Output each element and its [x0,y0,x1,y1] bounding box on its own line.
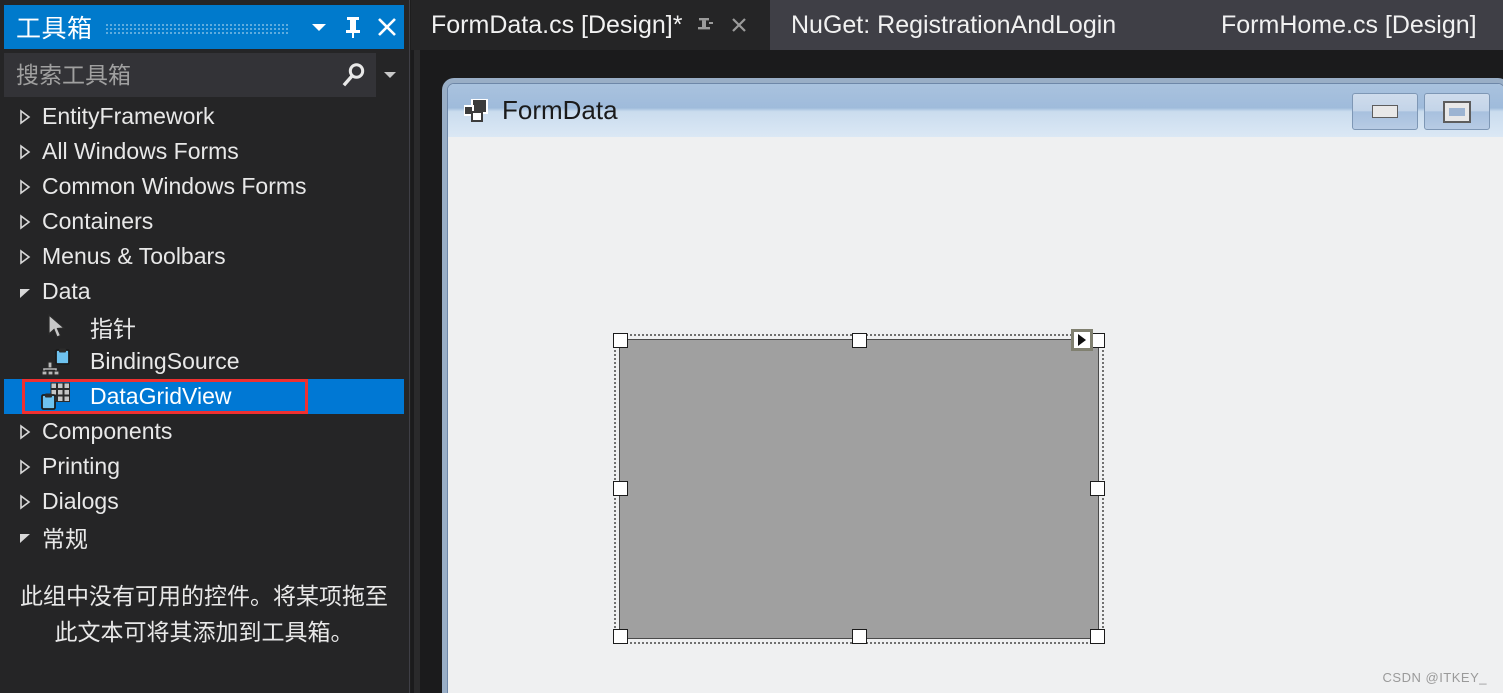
tree-item-[interactable]: 指针 [4,309,404,344]
tree-category-components[interactable]: Components [4,414,404,449]
tree-item-label: 指针 [90,315,136,342]
form-title: FormData [502,95,618,125]
editor-area: FormData.cs [Design]* NuGet: Registration… [411,0,1503,693]
tree-item-label: BindingSource [90,348,240,374]
datagridview-selection [613,329,1105,645]
close-icon[interactable] [722,5,756,45]
tree-category-common-windows-forms[interactable]: Common Windows Forms [4,169,404,204]
tree-category-label: Components [42,418,173,444]
resize-handle-bottom-right[interactable] [1090,629,1105,644]
tree-category-label: Printing [42,453,120,479]
chevron-collapsed-icon[interactable] [18,248,40,265]
resize-handle-middle-right[interactable] [1090,481,1105,496]
watermark: CSDN @ITKEY_ [1382,670,1487,685]
tree-category-dialogs[interactable]: Dialogs [4,484,404,519]
tree-category-label: Menus & Toolbars [42,243,226,269]
pin-icon[interactable] [688,5,722,45]
toolbox-titlebar: 工具箱 [4,5,404,49]
tab-label: FormHome.cs [Design] [1221,10,1477,39]
tab-label: NuGet: RegistrationAndLogin [791,10,1117,39]
search-icon[interactable] [332,53,376,97]
datagridview-icon [40,382,74,412]
tree-category-label: Containers [42,208,154,234]
tree-category-[interactable]: 常规 [4,519,404,554]
close-icon[interactable] [370,5,404,49]
form-client-area[interactable] [448,137,1503,693]
tree-category-containers[interactable]: Containers [4,204,404,239]
search-dropdown-icon[interactable] [376,53,404,97]
tree-category-label: Common Windows Forms [42,173,307,199]
tree-category-label: Dialogs [42,488,119,514]
chevron-collapsed-icon[interactable] [18,143,40,160]
chevron-collapsed-icon[interactable] [18,423,40,440]
toolbox-drag-grip[interactable] [104,23,290,35]
maximize-button[interactable] [1424,93,1490,130]
tree-category-label: EntityFramework [42,103,215,129]
tree-item-datagridview[interactable]: DataGridView [4,379,404,414]
resize-handle-bottom-left[interactable] [613,629,628,644]
chevron-collapsed-icon[interactable] [18,493,40,510]
tree-category-all-windows-forms[interactable]: All Windows Forms [4,134,404,169]
chevron-collapsed-icon[interactable] [18,213,40,230]
tree-category-label: 常规 [42,525,88,552]
toolbox-panel: 工具箱 搜索工具箱 EntityFramework All Windows Fo… [0,0,410,693]
tree-category-label: All Windows Forms [42,138,239,164]
tab-formdata-cs-design[interactable]: FormData.cs [Design]* [411,0,771,50]
form-window-icon [463,97,490,123]
chevron-down-icon[interactable] [302,5,336,49]
form-titlebar: FormData [448,84,1503,137]
minimize-icon [1372,105,1398,118]
chevron-expanded-icon[interactable] [18,530,40,544]
form-window-buttons [1352,93,1490,130]
datagridview-control[interactable] [619,339,1099,639]
maximize-icon [1443,100,1471,123]
tree-category-label: Data [42,278,91,304]
designed-form-window: FormData [447,83,1503,693]
chevron-collapsed-icon[interactable] [18,458,40,475]
tab-nuget-registrationandlogin[interactable]: NuGet: RegistrationAndLogin [771,0,1136,50]
chevron-expanded-icon[interactable] [18,285,40,299]
chevron-collapsed-icon[interactable] [18,108,40,125]
tree-item-bindingsource[interactable]: BindingSource [4,344,404,379]
toolbox-search-bar [4,53,404,97]
tab-formhome-cs-design[interactable]: FormHome.cs [Design] [1201,0,1497,50]
empty-group-note: 此组中没有可用的控件。将某项拖至此文本可将其添加到工具箱。 [20,583,388,645]
resize-handle-top-left[interactable] [613,333,628,348]
minimize-button[interactable] [1352,93,1418,130]
toolbox-title: 工具箱 [16,15,93,43]
tree-item-label: DataGridView [90,383,232,409]
resize-handle-bottom-center[interactable] [852,629,867,644]
bindingsource-icon [40,347,74,377]
tree-category-menus-toolbars[interactable]: Menus & Toolbars [4,239,404,274]
chevron-collapsed-icon[interactable] [18,178,40,195]
smart-tag-triangle-icon[interactable] [1071,329,1093,351]
designer-vertical-scrollbar[interactable] [414,50,420,693]
search-input[interactable] [4,61,332,89]
tree-category-data[interactable]: Data [4,274,404,309]
tab-strip: FormData.cs [Design]* NuGet: Registration… [411,0,1503,50]
resize-handle-middle-left[interactable] [613,481,628,496]
tree-category-printing[interactable]: Printing [4,449,404,484]
app-root: 工具箱 搜索工具箱 EntityFramework All Windows Fo… [0,0,1503,693]
pin-icon[interactable] [336,5,370,49]
resize-handle-top-center[interactable] [852,333,867,348]
form-designer-pane: FormData CSDN @ITKEY_ [411,50,1503,693]
tab-label: FormData.cs [Design]* [431,10,683,39]
tree-category-entityframework[interactable]: EntityFramework [4,99,404,134]
pointer-icon [40,312,74,342]
